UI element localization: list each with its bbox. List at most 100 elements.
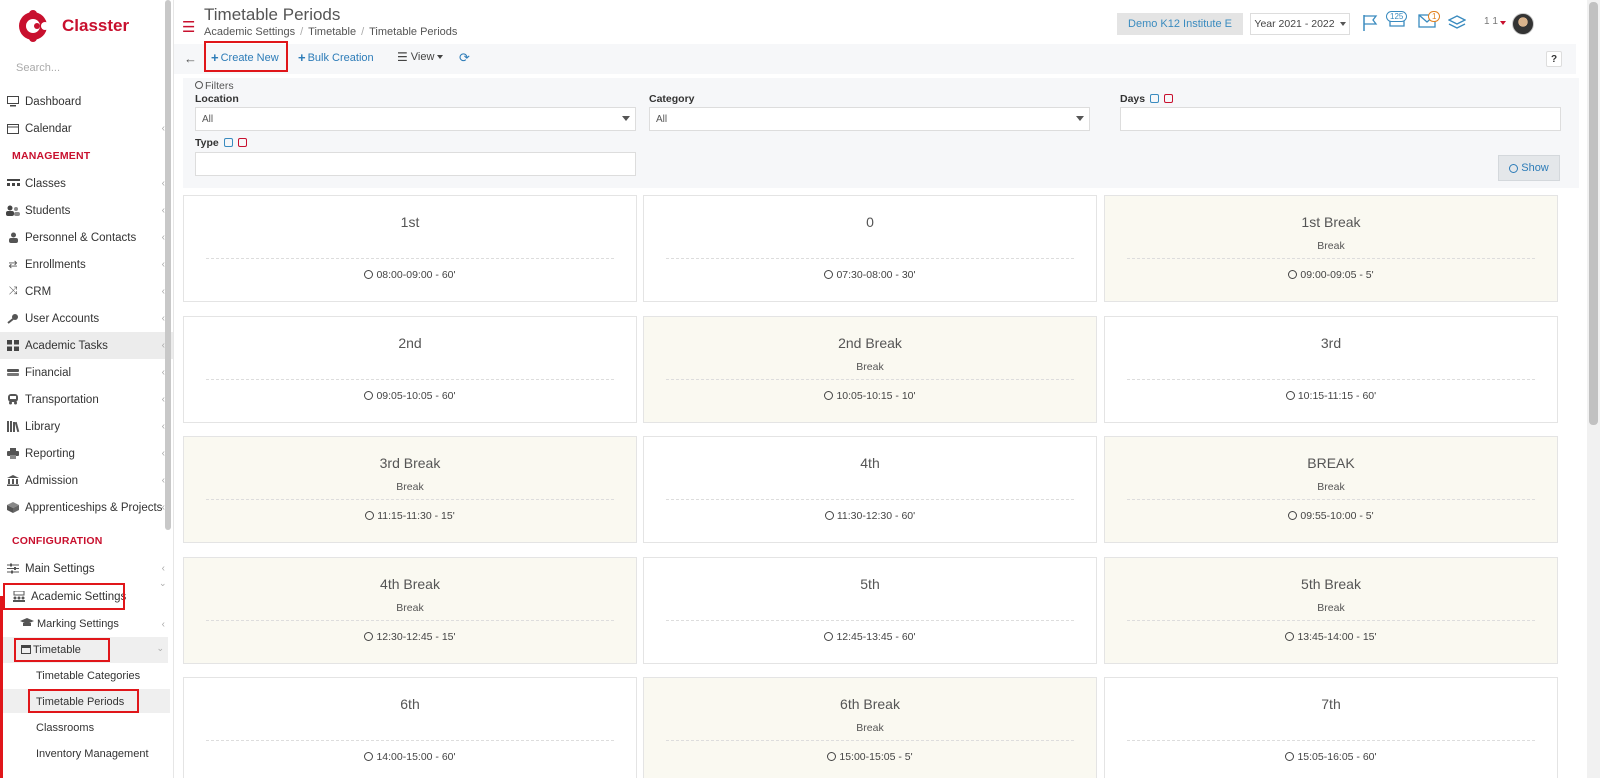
period-type: Break [1317, 602, 1345, 614]
type-input[interactable] [195, 152, 636, 176]
sidebar-item-label: Calendar [25, 122, 72, 135]
caret-down-icon[interactable] [1500, 21, 1506, 25]
days-input[interactable] [1120, 107, 1561, 131]
period-card[interactable]: 0 07:30-08:00 - 30' [643, 195, 1097, 302]
period-card[interactable]: 4th Break Break 12:30-12:45 - 15' [183, 557, 637, 664]
period-time: 09:05-10:05 - 60' [184, 390, 636, 402]
help-button[interactable]: ? [1546, 51, 1562, 67]
period-card[interactable]: 2nd Break Break 10:05-10:15 - 10' [643, 316, 1097, 423]
main-scrollbar[interactable] [1587, 0, 1600, 778]
period-card[interactable]: 5th Break Break 13:45-14:00 - 15' [1104, 557, 1558, 664]
sidebar-item-students[interactable]: Students ‹ [0, 197, 173, 224]
check-all-icon[interactable] [1150, 94, 1160, 103]
period-card[interactable]: 6th Break Break 15:00-15:05 - 5' [643, 677, 1097, 778]
period-title: 1st [400, 214, 420, 230]
sidebar-item-library[interactable]: Library ‹ [0, 413, 173, 440]
sidebar-item-academic-tasks[interactable]: Academic Tasks ‹ [0, 332, 173, 359]
period-time: 09:00-09:05 - 5' [1105, 269, 1557, 281]
exchange-icon: ⇄ [8, 259, 18, 271]
back-arrow-icon[interactable]: ← [184, 51, 197, 66]
sidebar-item-classes[interactable]: Classes ‹ [0, 170, 173, 197]
refresh-icon[interactable]: ⟳ [459, 50, 470, 66]
sidebar-item-crm[interactable]: ⤨ CRM ‹ [0, 278, 173, 305]
uncheck-all-icon[interactable] [1164, 94, 1174, 103]
period-card[interactable]: 5th 12:45-13:45 - 60' [643, 557, 1097, 664]
period-card[interactable]: 1st Break Break 09:00-09:05 - 5' [1104, 195, 1558, 302]
clock-icon [824, 270, 834, 279]
filters-title[interactable]: Filters [195, 80, 234, 92]
sidebar-item-label: Classes [25, 177, 66, 190]
breadcrumb-item[interactable]: Academic Settings [204, 26, 295, 38]
period-card[interactable]: 4th 11:30-12:30 - 60' [643, 436, 1097, 543]
period-time-label: 10:05-10:15 - 10' [836, 390, 916, 402]
period-card[interactable]: 7th 15:05-16:05 - 60' [1104, 677, 1558, 778]
institution-icon [6, 475, 20, 487]
sidebar-item-label: CRM [25, 285, 52, 298]
period-card[interactable]: 2nd 09:05-10:05 - 60' [183, 316, 637, 423]
flag-icon[interactable] [1362, 14, 1380, 36]
sidebar-item-label: Apprenticeships & Projects [25, 501, 163, 514]
period-time: 12:45-13:45 - 60' [644, 631, 1096, 643]
sidebar-item-dashboard[interactable]: Dashboard [0, 88, 173, 115]
location-value: All [202, 114, 214, 125]
period-title: 6th [400, 696, 420, 712]
sidebar-scrollbar[interactable] [165, 0, 171, 530]
days-label: Days [1120, 93, 1146, 105]
sidebar-item-apprenticeships[interactable]: Apprenticeships & Projects ‹ [0, 494, 173, 521]
sidebar-item-timetable-categories[interactable]: Timetable Categories [0, 663, 173, 689]
sidebar-item-inventory-management[interactable]: Inventory Management [0, 741, 173, 767]
period-title: 7th [1321, 696, 1341, 712]
sidebar-item-timetable[interactable]: Timetable ⌄ [0, 637, 173, 663]
check-all-icon[interactable] [223, 138, 233, 147]
institute-selector[interactable]: Demo K12 Institute E [1117, 13, 1243, 35]
period-card[interactable]: 1st 08:00-09:00 - 60' [183, 195, 637, 302]
period-time-label: 08:00-09:00 - 60' [376, 269, 456, 281]
sidebar-item-main-settings[interactable]: Main Settings ‹ [0, 555, 173, 582]
clock-icon [1288, 270, 1298, 279]
divider [1127, 740, 1535, 741]
sidebar-item-enrollments[interactable]: ⇄ Enrollments ‹ [0, 251, 173, 278]
period-time-label: 12:30-12:45 - 15' [376, 631, 456, 643]
graduation-cap-icon [20, 617, 34, 631]
sidebar-item-marking-settings[interactable]: Marking Settings ‹ [0, 611, 173, 637]
location-select[interactable]: All [195, 107, 636, 131]
period-card[interactable]: BREAK Break 09:55-10:00 - 5' [1104, 436, 1558, 543]
avatar[interactable] [1512, 13, 1534, 35]
sidebar-item-personnel[interactable]: Personnel & Contacts ‹ [0, 224, 173, 251]
bus-icon [6, 394, 20, 406]
period-time: 11:30-12:30 - 60' [644, 510, 1096, 522]
breadcrumb-item[interactable]: Timetable [308, 26, 356, 38]
sidebar-item-transportation[interactable]: Transportation ‹ [0, 386, 173, 413]
sidebar-item-academic-settings[interactable]: Academic Settings [3, 583, 137, 610]
bulk-creation-button[interactable]: + Bulk Creation [298, 50, 374, 65]
breadcrumb: Academic Settings / Timetable / Timetable Pe… [204, 26, 458, 38]
create-new-button[interactable]: + Create New [211, 50, 279, 65]
caret-down-icon [622, 116, 630, 121]
year-selector[interactable]: Year 2021 - 2022 [1250, 13, 1350, 35]
period-time: 14:00-15:00 - 60' [184, 751, 636, 763]
sidebar-search-input[interactable]: Search... [0, 52, 173, 88]
show-button[interactable]: Show [1498, 155, 1560, 181]
hamburger-menu-icon[interactable]: ☰ [182, 18, 195, 36]
sidebar-item-classrooms[interactable]: Classrooms [0, 715, 173, 741]
sidebar-item-admission[interactable]: Admission ‹ [0, 467, 173, 494]
period-card[interactable]: 6th 14:00-15:00 - 60' [183, 677, 637, 778]
sidebar-item-timetable-periods[interactable]: Timetable Periods [0, 689, 173, 715]
period-time: 15:00-15:05 - 5' [644, 751, 1096, 763]
category-select[interactable]: All [649, 107, 1090, 131]
user-name[interactable]: 1 1 [1484, 16, 1498, 27]
bulk-creation-label: Bulk Creation [307, 51, 374, 64]
period-card[interactable]: 3rd 10:15-11:15 - 60' [1104, 316, 1558, 423]
scrollbar-thumb[interactable] [1589, 2, 1598, 425]
sidebar-item-calendar[interactable]: Calendar ‹ [0, 115, 173, 142]
period-type: Break [1317, 240, 1345, 252]
divider [206, 499, 614, 500]
view-dropdown[interactable]: ☰ View [397, 50, 444, 64]
sidebar-item-reporting[interactable]: Reporting ‹ [0, 440, 173, 467]
brand[interactable]: Classter [0, 0, 173, 52]
period-card[interactable]: 3rd Break Break 11:15-11:30 - 15' [183, 436, 637, 543]
sidebar-item-user-accounts[interactable]: User Accounts ‹ [0, 305, 173, 332]
layers-icon[interactable] [1447, 14, 1467, 36]
sidebar-item-financial[interactable]: Financial ‹ [0, 359, 173, 386]
uncheck-all-icon[interactable] [237, 138, 247, 147]
